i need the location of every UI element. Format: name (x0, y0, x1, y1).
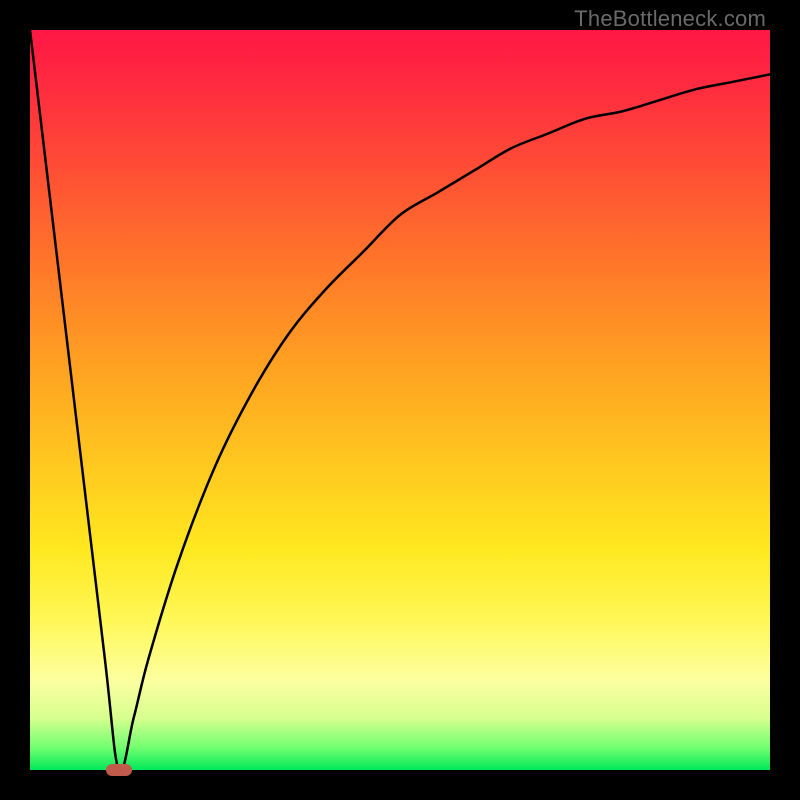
optimal-point-marker (106, 764, 132, 776)
plot-area (30, 30, 770, 770)
bottleneck-curve-path (30, 30, 770, 772)
curve-svg (30, 30, 770, 770)
watermark-text: TheBottleneck.com (574, 6, 766, 32)
chart-container: TheBottleneck.com (0, 0, 800, 800)
